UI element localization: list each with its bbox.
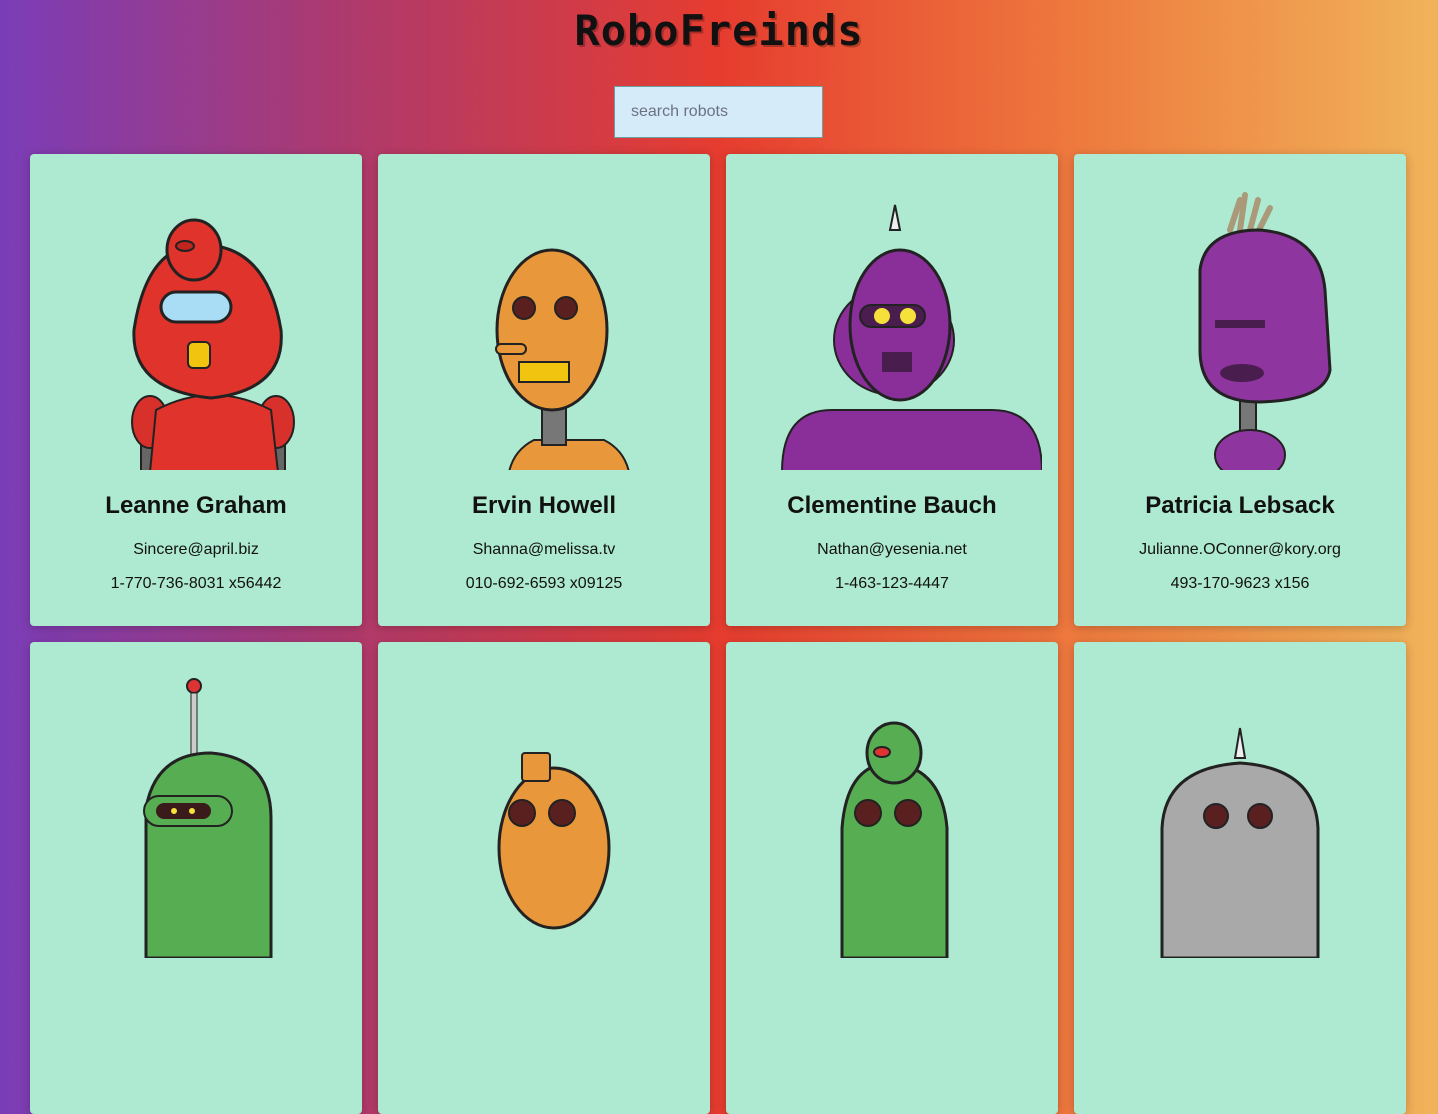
gray-robot-avatar bbox=[1090, 658, 1390, 958]
robot-card[interactable] bbox=[1074, 642, 1406, 1114]
robot-phone: 493-170-9623 x156 bbox=[1170, 575, 1310, 592]
robot-name: Leanne Graham bbox=[105, 492, 287, 519]
page-title: RoboFreinds bbox=[574, 6, 864, 55]
red-robot-avatar bbox=[46, 170, 346, 470]
search-input[interactable] bbox=[614, 86, 823, 138]
orange-robot-avatar bbox=[394, 658, 694, 958]
robot-card[interactable] bbox=[378, 642, 710, 1114]
purple-robot-avatar bbox=[742, 170, 1042, 470]
robot-email: Nathan@yesenia.net bbox=[817, 541, 967, 558]
green-robot-avatar bbox=[742, 658, 1042, 958]
orange-robot-avatar bbox=[394, 170, 694, 470]
robot-email: Sincere@april.biz bbox=[133, 541, 259, 558]
robot-email: Julianne.OConner@kory.org bbox=[1139, 541, 1341, 558]
robot-name: Ervin Howell bbox=[471, 492, 617, 519]
robot-card[interactable]: Clementine Bauch Nathan@yesenia.net 1-46… bbox=[726, 154, 1058, 626]
green-robot-avatar bbox=[46, 658, 346, 958]
robot-card[interactable]: Patricia Lebsack Julianne.OConner@kory.o… bbox=[1074, 154, 1406, 626]
robot-phone: 1-463-123-4447 bbox=[835, 575, 949, 592]
robot-card[interactable] bbox=[726, 642, 1058, 1114]
robot-email: Shanna@melissa.tv bbox=[472, 541, 616, 558]
robot-phone: 010-692-6593 x09125 bbox=[465, 575, 623, 592]
robot-card[interactable]: Ervin Howell Shanna@melissa.tv 010-692-6… bbox=[378, 154, 710, 626]
robot-card[interactable]: Leanne Graham Sincere@april.biz 1-770-73… bbox=[30, 154, 362, 626]
robot-phone: 1-770-736-8031 x56442 bbox=[110, 575, 282, 592]
robot-name: Patricia Lebsack bbox=[1145, 492, 1335, 519]
purple-robot-avatar bbox=[1090, 170, 1390, 470]
robot-name: Clementine Bauch bbox=[787, 492, 997, 519]
robot-card[interactable] bbox=[30, 642, 362, 1114]
